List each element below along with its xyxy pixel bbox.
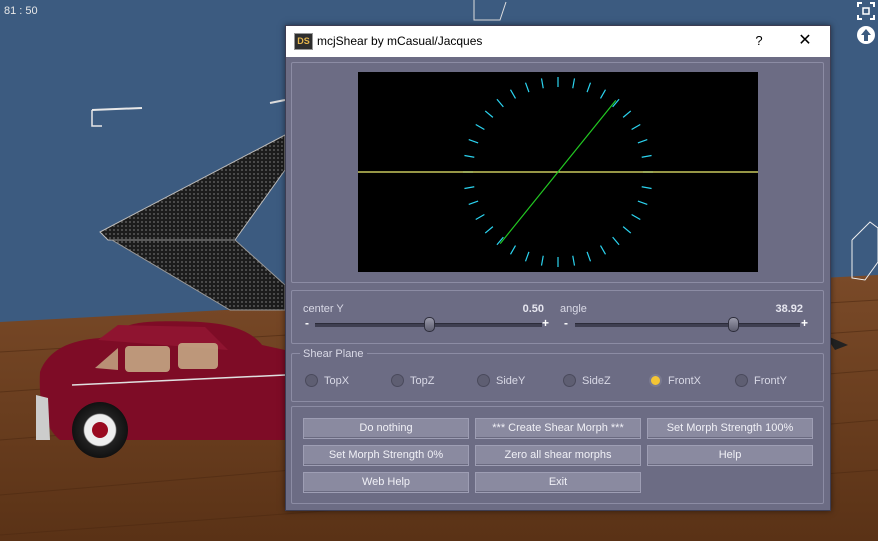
radio-label: SideZ [582,375,611,387]
daz-studio-icon: DS [294,33,313,50]
center-y-slider-handle[interactable] [423,317,435,332]
do-nothing-button[interactable]: Do nothing [303,418,469,439]
angle-label: angle [560,303,587,315]
radio-label: TopZ [410,375,435,387]
angle-slider-track[interactable] [575,323,800,327]
dial-tick [509,245,517,255]
dial-tick [475,213,485,221]
dial-tick [599,89,607,99]
dial-tick [524,251,530,262]
dial-tick [464,154,475,158]
dial-tick [572,255,576,266]
dial-tick [468,138,479,144]
dial-tick [524,82,530,93]
center-y-value: 0.50 [522,303,544,315]
radio-label: FrontY [754,375,788,387]
dial-tick [509,89,517,99]
preview-panel [291,62,824,283]
radio-label: FrontX [668,375,702,387]
dial-tick [622,110,632,118]
shear-plane-group: Shear Plane TopX TopZ SideY SideZ FrontX… [291,348,824,402]
dial-tick [586,251,592,262]
dial-tick [468,200,479,206]
radio-button[interactable] [305,374,318,387]
dial-tick [622,226,632,234]
center-y-plus[interactable]: + [542,316,549,330]
dial-tick [641,154,652,158]
frame-camera-icon[interactable] [856,1,876,21]
dial-tick [637,138,648,144]
dial-tick [586,82,592,93]
angle-slider-handle[interactable] [727,317,739,332]
radio-button-selected[interactable] [649,374,662,387]
actions-panel: Do nothing *** Create Shear Morph *** Se… [291,406,824,504]
zero-all-shear-morphs-button[interactable]: Zero all shear morphs [475,445,641,466]
angle-value: 38.92 [775,303,803,315]
center-y-minus[interactable]: - [305,316,309,330]
angle-plus[interactable]: + [801,316,808,330]
create-shear-morph-button[interactable]: *** Create Shear Morph *** [475,418,641,439]
dial-tick [631,213,641,221]
dial-tick [599,245,607,255]
dial-tick [464,186,475,190]
radio-label: SideY [496,375,526,387]
dial-tick [540,78,544,89]
radio-button[interactable] [563,374,576,387]
title-bar[interactable]: DS mcjShear by mCasual/Jacques ? ✕ [286,26,830,57]
help-button[interactable]: Help [647,445,813,466]
dial-tick [572,78,576,89]
fps-counter: 81 : 50 [4,5,38,17]
shear-plane-title: Shear Plane [300,348,367,360]
angle-minus[interactable]: - [564,316,568,330]
mcjshear-dialog: DS mcjShear by mCasual/Jacques ? ✕ cente… [285,25,831,511]
exit-button[interactable]: Exit [475,472,641,493]
dialog-title: mcjShear by mCasual/Jacques [317,34,483,48]
set-morph-strength-0-button[interactable]: Set Morph Strength 0% [303,445,469,466]
dial-tick [612,236,620,246]
dial-tick [496,98,504,108]
radio-button[interactable] [391,374,404,387]
shear-preview-canvas [358,72,758,272]
radio-button[interactable] [477,374,490,387]
radio-label: TopX [324,375,350,387]
dial-tick [540,255,544,266]
set-morph-strength-100-button[interactable]: Set Morph Strength 100% [647,418,813,439]
dial-tick [631,123,641,131]
center-y-label: center Y [303,303,344,315]
web-help-button[interactable]: Web Help [303,472,469,493]
dial-tick [641,186,652,190]
dial-tick [637,200,648,206]
dial-tick [484,226,494,234]
orbit-up-icon[interactable] [856,25,876,45]
sliders-panel: center Y 0.50 - + angle 38.92 - + [291,290,824,344]
close-button[interactable]: ✕ [791,31,819,51]
dial-tick [475,123,485,131]
help-question-button[interactable]: ? [748,31,770,51]
dial-tick [484,110,494,118]
radio-button[interactable] [735,374,748,387]
